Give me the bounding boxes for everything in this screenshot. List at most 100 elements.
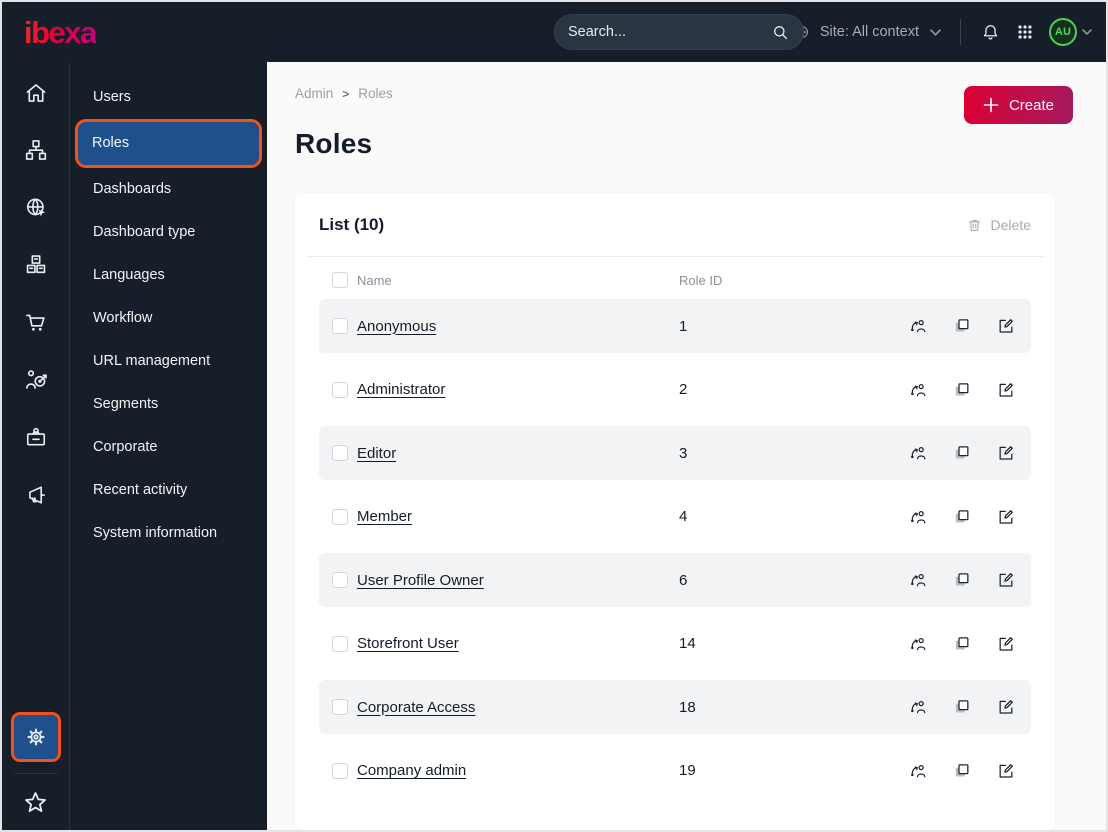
breadcrumb: Admin > Roles [295, 86, 393, 101]
select-all-checkbox[interactable] [332, 272, 348, 288]
edit-icon[interactable] [996, 316, 1016, 336]
menu-item-system-information[interactable]: System information [79, 512, 258, 555]
copy-icon[interactable] [952, 761, 972, 781]
role-id-value: 6 [679, 571, 688, 589]
search-input[interactable] [568, 24, 771, 40]
breadcrumb-admin[interactable]: Admin [295, 86, 333, 101]
list-title: List (10) [319, 215, 385, 234]
copy-icon[interactable] [952, 697, 972, 717]
nav-site[interactable] [2, 179, 69, 237]
rail-bottom [2, 712, 69, 830]
topbar-divider [960, 19, 961, 45]
nav-content[interactable] [2, 122, 69, 180]
table-row: Storefront User 14 [319, 617, 1031, 671]
menu-item-corporate[interactable]: Corporate [79, 426, 258, 469]
assign-user-icon[interactable] [908, 507, 928, 527]
assign-user-icon[interactable] [908, 697, 928, 717]
menu-item-roles-selected[interactable]: Roles [78, 122, 259, 165]
notifications-bell-icon[interactable] [980, 22, 1001, 43]
badge-icon [23, 425, 49, 451]
assign-user-icon[interactable] [908, 761, 928, 781]
copy-icon[interactable] [952, 570, 972, 590]
nav-dashboard[interactable] [2, 64, 69, 122]
star-icon [22, 789, 49, 816]
nav-commerce[interactable] [2, 294, 69, 352]
row-checkbox[interactable] [332, 381, 348, 398]
menu-item-workflow[interactable]: Workflow [79, 297, 258, 340]
edit-icon[interactable] [996, 443, 1016, 463]
avatar[interactable]: AU [1049, 18, 1077, 46]
menu-item-dashboard-type[interactable]: Dashboard type [79, 211, 258, 254]
row-checkbox[interactable] [332, 572, 348, 588]
menu-item-recent-activity[interactable]: Recent activity [79, 469, 258, 512]
copy-icon[interactable] [952, 316, 972, 336]
plus-icon [983, 97, 999, 113]
role-id-value: 18 [679, 698, 696, 716]
role-id-value: 4 [679, 508, 688, 525]
role-name-link[interactable]: Company admin [357, 762, 466, 779]
role-name-link[interactable]: User Profile Owner [357, 572, 484, 589]
nav-admin-selected[interactable] [13, 715, 58, 759]
megaphone-icon [23, 482, 49, 508]
role-name-link[interactable]: Administrator [357, 381, 445, 398]
site-context-selector[interactable]: Site: All context [793, 23, 941, 41]
global-search[interactable] [554, 14, 804, 50]
nav-bookmarks[interactable] [22, 785, 49, 822]
assign-user-icon[interactable] [908, 443, 928, 463]
role-name-link[interactable]: Corporate Access [357, 699, 475, 716]
table-row: Company admin 19 [319, 744, 1031, 798]
row-checkbox[interactable] [332, 318, 348, 334]
table-row: Editor 3 [319, 426, 1031, 480]
row-checkbox[interactable] [332, 445, 348, 461]
role-name-link[interactable]: Storefront User [357, 635, 459, 652]
edit-icon[interactable] [996, 634, 1016, 654]
ibexa-admin-screen: ibexa Site: All context [0, 0, 1108, 832]
menu-item-url-management[interactable]: URL management [79, 340, 258, 383]
nav-campaigns[interactable] [2, 467, 69, 525]
edit-icon[interactable] [996, 380, 1016, 400]
copy-icon[interactable] [952, 380, 972, 400]
role-id-value: 3 [679, 444, 688, 462]
topbar: ibexa Site: All context [2, 2, 1106, 62]
row-checkbox[interactable] [332, 699, 348, 715]
role-name-link[interactable]: Member [357, 508, 412, 525]
nav-personalization[interactable] [2, 352, 69, 410]
table-row: Anonymous 1 [319, 299, 1031, 353]
menu-item-languages[interactable]: Languages [79, 254, 258, 297]
row-checkbox[interactable] [332, 762, 348, 779]
row-checkbox[interactable] [332, 635, 348, 652]
breadcrumb-roles[interactable]: Roles [358, 86, 393, 101]
nav-products[interactable] [2, 237, 69, 295]
copy-icon[interactable] [952, 443, 972, 463]
app-grid-icon[interactable] [1016, 23, 1034, 41]
menu-item-users[interactable]: Users [79, 76, 258, 119]
row-checkbox[interactable] [332, 508, 348, 525]
assign-user-icon[interactable] [908, 570, 928, 590]
edit-icon[interactable] [996, 697, 1016, 717]
person-target-icon [23, 367, 49, 393]
menu-item-segments[interactable]: Segments [79, 383, 258, 426]
search-icon[interactable] [771, 23, 790, 42]
create-button[interactable]: Create [963, 86, 1073, 124]
menu-item-dashboards[interactable]: Dashboards [79, 168, 258, 211]
edit-icon[interactable] [996, 570, 1016, 590]
page-title: Roles [295, 128, 373, 159]
nav-corporate[interactable] [2, 409, 69, 467]
role-id-value: 14 [679, 635, 696, 652]
copy-icon[interactable] [952, 634, 972, 654]
user-menu[interactable]: AU [1049, 18, 1092, 46]
edit-icon[interactable] [996, 507, 1016, 527]
role-name-link[interactable]: Anonymous [357, 318, 436, 335]
admin-highlight-annotation [10, 712, 61, 762]
delete-button[interactable]: Delete [966, 217, 1031, 234]
role-name-link[interactable]: Editor [357, 445, 396, 462]
assign-user-icon[interactable] [908, 380, 928, 400]
copy-icon[interactable] [952, 507, 972, 527]
edit-icon[interactable] [996, 761, 1016, 781]
table-row: Administrator 2 [319, 363, 1031, 417]
sitemap-icon [23, 137, 49, 163]
gear-icon [23, 724, 49, 750]
assign-user-icon[interactable] [908, 634, 928, 654]
ibexa-logo[interactable]: ibexa [2, 17, 97, 48]
assign-user-icon[interactable] [908, 316, 928, 336]
